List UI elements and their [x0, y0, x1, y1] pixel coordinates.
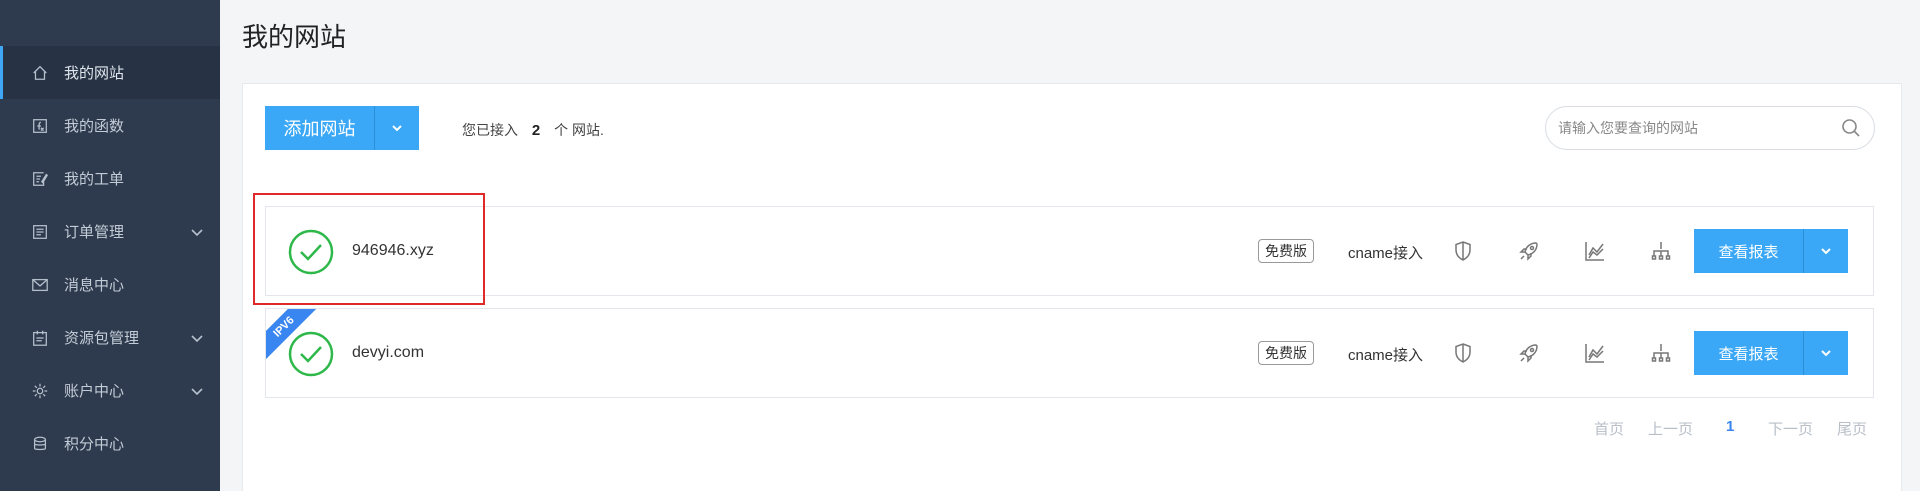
sidebar-item-label: 我的网站 [64, 65, 125, 82]
sidebar-item-my-functions[interactable]: 我的函数 [0, 99, 220, 152]
chevron-down-icon [190, 384, 204, 398]
chevron-down-icon [190, 331, 204, 345]
sidebar-item-label: 消息中心 [64, 277, 125, 294]
report-button-group: 查看报表 [1694, 331, 1848, 375]
view-report-button[interactable]: 查看报表 [1694, 331, 1804, 375]
access-type: cname接入 [1348, 347, 1424, 364]
plan-badge: 免费版 [1258, 239, 1314, 263]
database-icon [30, 434, 50, 454]
check-circle-icon [288, 331, 334, 377]
site-count-summary: 您已接入 2 个 网站. [462, 120, 604, 140]
chevron-down-icon [190, 225, 204, 239]
pagination-next[interactable]: 下一页 [1768, 418, 1813, 439]
search-icon[interactable] [1840, 117, 1862, 139]
sidebar-item-order-management[interactable]: 订单管理 [0, 205, 220, 258]
report-dropdown-button[interactable] [1804, 229, 1848, 273]
shield-icon[interactable] [1451, 239, 1477, 265]
view-report-button[interactable]: 查看报表 [1694, 229, 1804, 273]
add-site-dropdown-button[interactable] [375, 106, 419, 150]
sidebar-item-package-management[interactable]: 资源包管理 [0, 311, 220, 364]
sidebar: 我的网站 我的函数 我的工单 订单管理 消息中心 资源包管理 账户中心 积分中心 [0, 0, 220, 491]
sidebar-item-label: 资源包管理 [64, 330, 140, 347]
sidebar-item-label: 订单管理 [64, 224, 125, 241]
sidebar-item-my-sites[interactable]: 我的网站 [0, 46, 220, 99]
pagination-last[interactable]: 尾页 [1837, 418, 1867, 439]
report-button-group: 查看报表 [1694, 229, 1848, 273]
chart-line-icon[interactable] [1583, 341, 1609, 367]
sidebar-item-points-center[interactable]: 积分中心 [0, 417, 220, 470]
highlight-box [253, 193, 485, 305]
order-icon [30, 222, 50, 242]
sidebar-item-label: 积分中心 [64, 436, 125, 453]
report-dropdown-button[interactable] [1804, 331, 1848, 375]
chart-line-icon[interactable] [1583, 239, 1609, 265]
home-icon [30, 63, 50, 83]
mail-icon [30, 275, 50, 295]
chevron-down-icon [1821, 248, 1831, 255]
pagination-first[interactable]: 首页 [1594, 418, 1624, 439]
summary-prefix: 您已接入 [462, 122, 518, 138]
pagination-current[interactable]: 1 [1726, 418, 1734, 435]
search-box [1545, 106, 1875, 150]
chevron-down-icon [1821, 350, 1831, 357]
site-domain[interactable]: devyi.com [352, 344, 424, 362]
sidebar-nav: 我的网站 我的函数 我的工单 订单管理 消息中心 资源包管理 账户中心 积分中心 [0, 46, 220, 470]
gear-icon [30, 381, 50, 401]
sidebar-item-my-tickets[interactable]: 我的工单 [0, 152, 220, 205]
sitemap-icon[interactable] [1649, 341, 1675, 367]
chevron-down-icon [392, 125, 402, 132]
sidebar-item-label: 我的工单 [64, 171, 125, 188]
rocket-icon[interactable] [1517, 341, 1543, 367]
summary-suffix: 个 网站. [554, 122, 604, 138]
access-type: cname接入 [1348, 245, 1424, 262]
sidebar-item-account-center[interactable]: 账户中心 [0, 364, 220, 417]
plan-badge: 免费版 [1258, 341, 1314, 365]
shield-icon[interactable] [1451, 341, 1477, 367]
site-count: 2 [531, 122, 541, 139]
add-site-button-group: 添加网站 [265, 106, 419, 150]
sidebar-item-label: 账户中心 [64, 383, 125, 400]
pagination-prev[interactable]: 上一页 [1648, 418, 1693, 439]
site-row: 946946.xyz 免费版 cname接入 查看报表 [265, 206, 1874, 296]
sitemap-icon[interactable] [1649, 239, 1675, 265]
sidebar-item-label: 我的函数 [64, 118, 125, 135]
ticket-icon [30, 169, 50, 189]
search-input[interactable] [1558, 120, 1828, 136]
site-row: IPV6 devyi.com 免费版 cname接入 查看报表 [265, 308, 1874, 398]
page-title: 我的网站 [242, 22, 347, 52]
sidebar-item-message-center[interactable]: 消息中心 [0, 258, 220, 311]
add-site-button[interactable]: 添加网站 [265, 106, 375, 150]
package-icon [30, 328, 50, 348]
rocket-icon[interactable] [1517, 239, 1543, 265]
function-icon [30, 116, 50, 136]
